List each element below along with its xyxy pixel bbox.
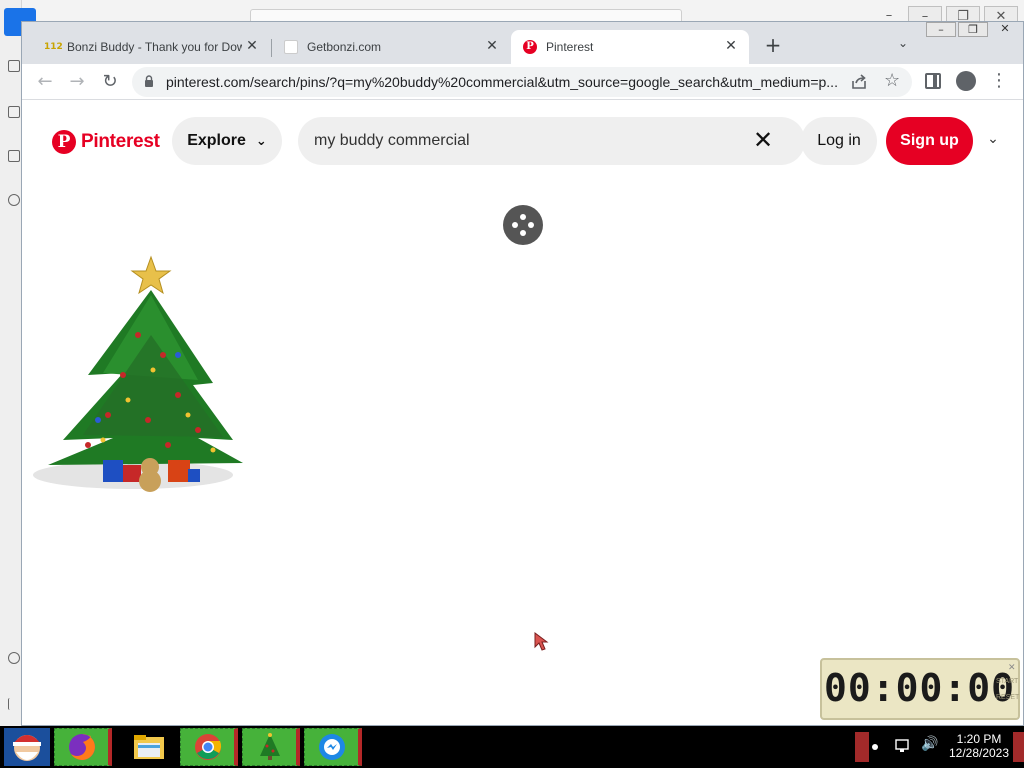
file-explorer-icon	[134, 735, 164, 759]
volume-icon[interactable]: 🔊	[921, 736, 938, 752]
chevron-down-icon[interactable]: ⌄	[982, 131, 1004, 153]
share-icon[interactable]	[849, 72, 869, 92]
close-window-icon[interactable]: ✕	[990, 22, 1020, 37]
more-menu-icon[interactable]: ⋮	[990, 70, 1008, 94]
messenger-taskbar-item[interactable]	[304, 728, 362, 766]
browser-toolbar: ← → ↻ pinterest.com/search/pins/?q=my%20…	[22, 64, 1023, 100]
tray-dot-icon[interactable]	[872, 744, 878, 750]
tab-pinterest[interactable]: P Pinterest ✕	[511, 30, 749, 64]
search-input[interactable]: my buddy commercial ✕	[298, 117, 805, 165]
signup-button[interactable]: Sign up	[886, 117, 973, 165]
close-tab-icon[interactable]: ✕	[723, 38, 739, 54]
new-tab-icon[interactable]: +	[762, 34, 784, 56]
close-tab-icon[interactable]: ✕	[484, 38, 500, 54]
system-tray: 🔊 1:20 PM 12/28/2023	[855, 726, 1024, 768]
pinterest-icon: P	[523, 40, 537, 54]
minimize-icon[interactable]: –	[926, 22, 956, 37]
taskbar: 🔊 1:20 PM 12/28/2023	[0, 726, 1024, 768]
santa-icon[interactable]	[4, 728, 50, 766]
explore-button[interactable]: Explore ⌄	[172, 117, 282, 165]
pinterest-logo[interactable]: P Pinterest	[52, 129, 160, 155]
christmas-tree-icon	[259, 733, 280, 760]
window-controls: – ❐ ✕	[926, 22, 1022, 38]
network-icon[interactable]	[895, 738, 913, 754]
christmas-tree-image	[33, 255, 243, 492]
chevron-down-icon[interactable]: ⌄	[894, 36, 912, 54]
chrome-icon	[194, 734, 221, 760]
profile-avatar-icon[interactable]	[956, 71, 976, 91]
bonzi-icon: 112	[44, 42, 63, 52]
chrome-taskbar-item[interactable]	[180, 728, 238, 766]
explore-label: Explore	[187, 132, 246, 149]
close-icon[interactable]: ✕	[1008, 662, 1016, 673]
url-text[interactable]: pinterest.com/search/pins/?q=my%20buddy%…	[166, 74, 846, 90]
clock-date[interactable]: 12/28/2023	[945, 746, 1013, 760]
tab-label: Getbonzi.com	[307, 40, 382, 54]
sidebar-tool-icon-3[interactable]	[8, 150, 20, 162]
tab-bonzi-buddy[interactable]: 112 Bonzi Buddy - Thank you for Dow ✕	[32, 30, 270, 64]
maximize-icon[interactable]: ❐	[958, 22, 988, 37]
chevron-down-icon: ⌄	[255, 133, 267, 149]
mouse-cursor-icon	[534, 632, 549, 651]
file-explorer-taskbar-item[interactable]	[120, 728, 178, 766]
firefox-icon	[68, 734, 95, 760]
tab-getbonzi[interactable]: Getbonzi.com ✕	[272, 30, 510, 64]
search-query[interactable]: my buddy commercial	[314, 132, 470, 150]
sidebar-chat-icon[interactable]	[8, 194, 20, 206]
messenger-icon	[318, 734, 345, 760]
tab-label: Bonzi Buddy - Thank you for Dow	[67, 40, 242, 54]
tab-strip: 112 Bonzi Buddy - Thank you for Dow ✕ Ge…	[22, 22, 1023, 64]
sidebar-settings-icon[interactable]	[8, 652, 20, 664]
timer-start-button[interactable]: START	[996, 678, 1018, 685]
reload-icon[interactable]: ↻	[98, 70, 122, 94]
countdown-timer-widget[interactable]: 00:00:00 START RESET ✕	[820, 658, 1020, 720]
close-tab-icon[interactable]: ✕	[244, 38, 260, 54]
tray-flag-icon[interactable]	[855, 732, 869, 762]
show-desktop-button[interactable]	[1013, 732, 1024, 762]
background-sidebar	[0, 0, 36, 726]
lock-icon[interactable]	[144, 75, 154, 87]
blank-page-icon	[284, 40, 298, 54]
back-icon[interactable]: ←	[33, 70, 57, 94]
firefox-taskbar-item[interactable]	[54, 728, 112, 766]
clock-time[interactable]: 1:20 PM	[949, 732, 1009, 746]
sidebar-tool-icon-1[interactable]	[8, 60, 20, 72]
brand-name: Pinterest	[81, 131, 160, 152]
login-button[interactable]: Log in	[801, 117, 877, 165]
address-bar[interactable]: pinterest.com/search/pins/?q=my%20buddy%…	[132, 67, 912, 97]
timer-reset-button[interactable]: RESET	[996, 694, 1019, 701]
forward-icon[interactable]: →	[65, 70, 89, 94]
bookmark-star-icon[interactable]: ☆	[884, 70, 900, 91]
pinterest-icon: P	[52, 130, 76, 154]
christmas-tree-taskbar-item[interactable]	[242, 728, 300, 766]
tab-label: Pinterest	[546, 40, 594, 54]
side-panel-icon[interactable]	[925, 73, 941, 89]
sidebar-tool-icon-2[interactable]	[8, 106, 20, 118]
sidebar-collapse-icon[interactable]	[8, 698, 20, 710]
clear-search-icon[interactable]: ✕	[749, 126, 777, 154]
timer-display: 00:00:00	[824, 666, 1016, 710]
loading-spinner-icon	[503, 205, 543, 245]
